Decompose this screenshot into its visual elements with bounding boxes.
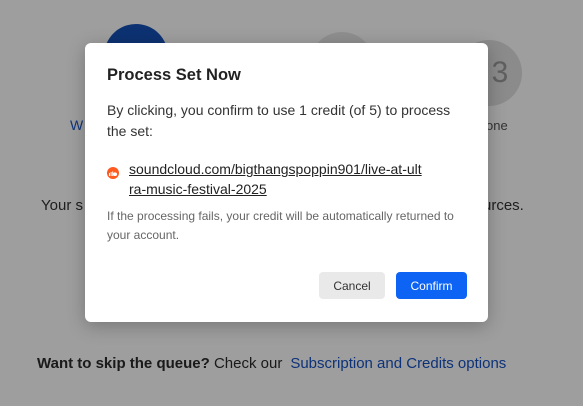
confirm-button[interactable]: Confirm — [396, 272, 467, 299]
cancel-button[interactable]: Cancel — [319, 272, 385, 299]
set-link-row: soundcloud.com/bigthangspoppin901/live-a… — [107, 159, 466, 199]
dialog-description: By clicking, you confirm to use 1 credit… — [107, 102, 451, 139]
process-set-dialog: Process Set Now By clicking, you confirm… — [85, 43, 488, 322]
soundcloud-icon — [107, 167, 119, 179]
refund-note: If the processing fails, your credit wil… — [107, 209, 454, 242]
dialog-title: Process Set Now — [107, 66, 241, 84]
dialog-actions: Cancel Confirm — [319, 272, 467, 299]
set-url-link[interactable]: soundcloud.com/bigthangspoppin901/live-a… — [129, 159, 423, 199]
page: 3 W one Your s urces. Want to skip the q… — [0, 0, 583, 406]
